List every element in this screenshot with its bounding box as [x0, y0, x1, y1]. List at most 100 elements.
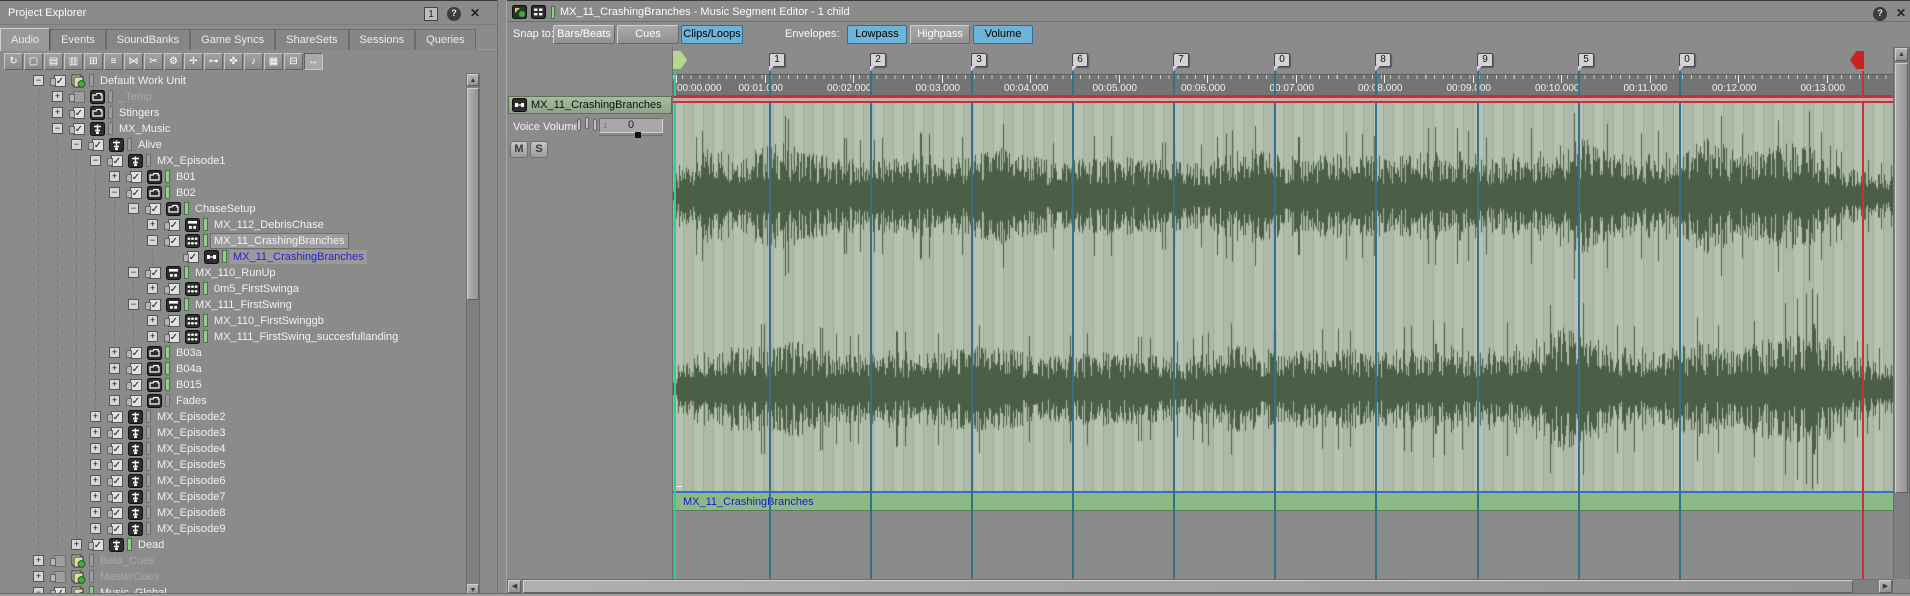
- add-icon[interactable]: ✛: [184, 53, 203, 70]
- cue-marker-flag[interactable]: 7: [1173, 53, 1189, 71]
- tree-row[interactable]: + MasterCues: [0, 569, 466, 585]
- help-icon[interactable]: ?: [447, 7, 461, 21]
- include-checkbox[interactable]: ✓: [164, 219, 180, 231]
- expand-expander-icon[interactable]: +: [52, 91, 63, 102]
- tree-row[interactable]: + ✓ MX_Episode2: [0, 409, 466, 425]
- include-checkbox[interactable]: ✓: [164, 331, 180, 343]
- expand-expander-icon[interactable]: +: [147, 315, 158, 326]
- collapse-expander-icon[interactable]: −: [33, 75, 44, 86]
- entry-cue-flag[interactable]: [673, 51, 687, 69]
- include-checkbox[interactable]: [50, 555, 66, 567]
- expand-expander-icon[interactable]: +: [90, 491, 101, 502]
- tree-row[interactable]: + ✓ MX_Episode7: [0, 489, 466, 505]
- tree-item-label[interactable]: Stingers: [116, 106, 162, 120]
- tree-item-label[interactable]: B03a: [173, 346, 205, 360]
- include-checkbox[interactable]: ✓: [107, 427, 123, 439]
- mute-button[interactable]: M: [510, 141, 528, 158]
- exit-cue-flag[interactable]: [1850, 51, 1864, 69]
- collapse-expander-icon[interactable]: −: [128, 203, 139, 214]
- tree-row[interactable]: − ✓ MX_Episode1: [0, 153, 466, 169]
- tree-item-label[interactable]: MX_Music: [116, 122, 173, 136]
- close-icon[interactable]: ✕: [468, 7, 482, 21]
- hscroll-thumb[interactable]: [523, 580, 1853, 593]
- tree-row[interactable]: + _Temp: [0, 89, 466, 105]
- timecode-ruler[interactable]: 00:00.000 00:01.000 00:02.000 00:03.000 00:0…: [673, 74, 1893, 96]
- cue-marker-flag[interactable]: 0: [1274, 53, 1290, 71]
- include-checkbox[interactable]: ✓: [50, 75, 66, 87]
- include-checkbox[interactable]: ✓: [107, 491, 123, 503]
- tab-game-syncs[interactable]: Game Syncs: [190, 29, 276, 50]
- tree-vertical-scrollbar[interactable]: ▲ ▼: [466, 73, 480, 596]
- sheet-icon[interactable]: ▦: [264, 53, 283, 70]
- tab-audio[interactable]: Audio: [0, 28, 51, 51]
- tree-item-label[interactable]: MX_110_RunUp: [192, 266, 279, 280]
- include-checkbox[interactable]: ✓: [69, 123, 85, 135]
- loop-region-strip[interactable]: [673, 96, 1893, 103]
- track-view-icon[interactable]: ↔: [304, 53, 323, 70]
- tree-item-label[interactable]: ChaseSetup: [192, 202, 259, 216]
- collapse-expander-icon[interactable]: −: [128, 299, 139, 310]
- track-header[interactable]: MX_11_CrashingBranches: [508, 96, 672, 114]
- collapse-expander-icon[interactable]: −: [52, 123, 63, 134]
- filter-icon[interactable]: ⋈: [124, 53, 143, 70]
- clip-name-bar[interactable]: MX_11_CrashingBranches: [673, 486, 1893, 511]
- tree-item-label[interactable]: MX_Episode3: [154, 426, 229, 440]
- cue-marker-flag[interactable]: 3: [971, 53, 987, 71]
- include-checkbox[interactable]: [50, 571, 66, 583]
- tree-row[interactable]: + ✓ Dead: [0, 537, 466, 553]
- tree-scroll-thumb[interactable]: [467, 88, 479, 300]
- expand-expander-icon[interactable]: +: [109, 347, 120, 358]
- expand-expander-icon[interactable]: +: [52, 107, 63, 118]
- tab-queries[interactable]: Queries: [415, 29, 476, 50]
- envelope-lowpass-button[interactable]: Lowpass: [847, 25, 907, 44]
- tree-row[interactable]: + ✓ MX_110_FirstSwinggb: [0, 313, 466, 329]
- tree-row[interactable]: + ✓ B015: [0, 377, 466, 393]
- expand-expander-icon[interactable]: +: [109, 395, 120, 406]
- include-checkbox[interactable]: ✓: [126, 363, 142, 375]
- tree-row[interactable]: − ✓ ChaseSetup: [0, 201, 466, 217]
- include-checkbox[interactable]: ✓: [107, 507, 123, 519]
- tab-events[interactable]: Events: [50, 29, 106, 50]
- tree-item-label[interactable]: MasterCues: [97, 570, 162, 584]
- cue-marker-flag[interactable]: 6: [1072, 53, 1088, 71]
- audio-icon[interactable]: ♪: [244, 53, 263, 70]
- include-checkbox[interactable]: ✓: [107, 155, 123, 167]
- cue-marker-flag[interactable]: 9: [1477, 53, 1493, 71]
- include-checkbox[interactable]: ✓: [88, 139, 104, 151]
- open-folder-icon[interactable]: ▤: [44, 53, 63, 70]
- collapse-expander-icon[interactable]: −: [109, 187, 120, 198]
- collapse-expander-icon[interactable]: −: [147, 235, 158, 246]
- tree-row[interactable]: + ✓ B04a: [0, 361, 466, 377]
- tree-row[interactable]: + ✓ 0m5_FirstSwinga: [0, 281, 466, 297]
- tree-item-label[interactable]: B015: [173, 378, 205, 392]
- expand-expander-icon[interactable]: +: [90, 507, 101, 518]
- include-checkbox[interactable]: ✓: [164, 283, 180, 295]
- tree-item-label[interactable]: _Temp: [116, 90, 155, 104]
- tree-item-label[interactable]: MX_Episode5: [154, 458, 229, 472]
- tree-item-label[interactable]: MX_Episode6: [154, 474, 229, 488]
- cue-marker-flag[interactable]: 5: [1578, 53, 1594, 71]
- include-checkbox[interactable]: ✓: [107, 443, 123, 455]
- tree-item-label[interactable]: 0m5_FirstSwinga: [211, 282, 302, 296]
- cue-marker-flag[interactable]: 1: [769, 53, 785, 71]
- tree-row[interactable]: + ✓ MX_Episode3: [0, 425, 466, 441]
- panel-splitter[interactable]: [497, 0, 507, 596]
- include-checkbox[interactable]: [69, 91, 85, 103]
- cue-marker-flag[interactable]: 8: [1375, 53, 1391, 71]
- expand-expander-icon[interactable]: +: [109, 171, 120, 182]
- include-checkbox[interactable]: ✓: [164, 235, 180, 247]
- tree-row[interactable]: + ✓ MX_Episode4: [0, 441, 466, 457]
- tree-item-label[interactable]: MX_111_FirstSwing_succesfullanding: [211, 330, 401, 344]
- tree-row[interactable]: + ✓ Stingers: [0, 105, 466, 121]
- include-checkbox[interactable]: ✓: [145, 203, 161, 215]
- settings-icon[interactable]: ⚙: [164, 53, 183, 70]
- tree-row[interactable]: + ✓ B01: [0, 169, 466, 185]
- connect-icon[interactable]: ⊶: [204, 53, 223, 70]
- tree-item-label[interactable]: Beta_Cues: [97, 554, 157, 568]
- expand-expander-icon[interactable]: +: [109, 363, 120, 374]
- scroll-up-icon[interactable]: ▲: [467, 74, 479, 86]
- tree-item-label[interactable]: MX_112_DebrisChase: [211, 218, 327, 232]
- tree-item-label[interactable]: MX_Episode7: [154, 490, 229, 504]
- curve-indicator[interactable]: [593, 119, 597, 131]
- tree-item-label[interactable]: MX_111_FirstSwing: [192, 298, 295, 312]
